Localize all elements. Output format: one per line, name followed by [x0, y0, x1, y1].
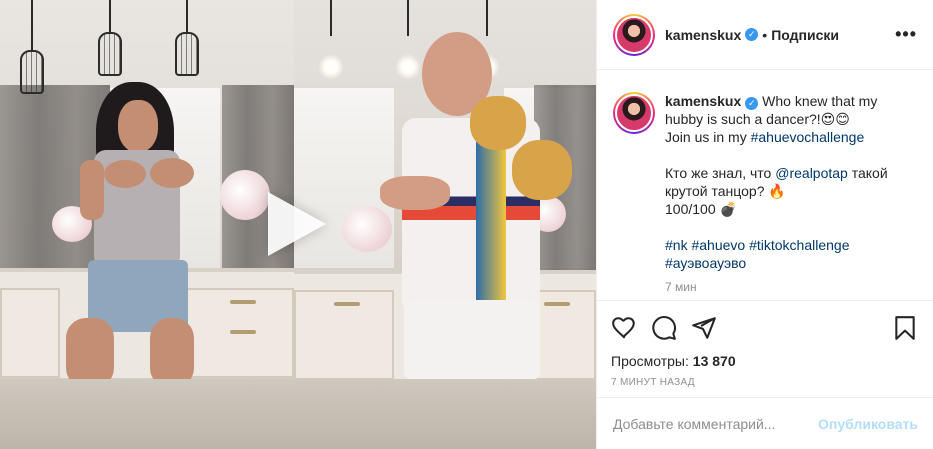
- caption-text: kamenskux ✓ Who knew that my hubby is suc…: [665, 92, 915, 296]
- hashtag-link[interactable]: #tiktokchallenge: [749, 237, 849, 253]
- hashtag-link[interactable]: #nk: [665, 237, 688, 253]
- heart-icon[interactable]: [611, 315, 637, 341]
- caption-username[interactable]: kamenskux: [665, 93, 741, 109]
- bookmark-icon[interactable]: [892, 315, 918, 341]
- video-panel-right: [294, 0, 596, 449]
- avatar[interactable]: [613, 13, 655, 56]
- share-icon[interactable]: [691, 315, 717, 341]
- verified-icon: ✓: [745, 28, 759, 41]
- more-options-icon[interactable]: •••: [895, 24, 917, 45]
- views-count: Просмотры: 13 870: [611, 353, 920, 369]
- caption-time: 7 мин: [665, 280, 697, 294]
- header-separator: •: [762, 26, 768, 43]
- post-media[interactable]: [0, 0, 596, 449]
- header-username[interactable]: kamenskux: [665, 27, 741, 43]
- mention-link[interactable]: @realpotap: [775, 165, 848, 181]
- caption-avatar[interactable]: [613, 92, 655, 134]
- caption-ru1-prefix: Кто же знал, что: [665, 165, 776, 181]
- post-sidebar: kamenskux ✓ • Подписки ••• kamenskux ✓ Wh…: [596, 0, 933, 449]
- comment-icon[interactable]: [651, 315, 677, 341]
- hashtag-link[interactable]: #ауэвоауэво: [665, 255, 746, 271]
- caption-line2-prefix: Join us in my: [665, 129, 751, 145]
- hashtag-link[interactable]: #ahuevochallenge: [751, 129, 865, 145]
- views-label: Просмотры:: [611, 353, 689, 369]
- publish-button[interactable]: Опубликовать: [818, 416, 918, 432]
- caption-ru2: 100/100 💣: [665, 201, 737, 217]
- views-number: 13 870: [692, 353, 736, 369]
- comment-input[interactable]: [613, 415, 819, 432]
- post-header: kamenskux ✓ • Подписки •••: [597, 0, 933, 70]
- video-panel-left: [0, 0, 294, 449]
- hashtag-link[interactable]: #ahuevo: [691, 237, 745, 253]
- add-comment-bar: Опубликовать: [597, 397, 933, 449]
- following-button[interactable]: Подписки: [771, 27, 839, 43]
- caption-area: kamenskux ✓ Who knew that my hubby is suc…: [597, 70, 933, 300]
- verified-icon: ✓: [745, 97, 759, 110]
- play-icon[interactable]: [268, 192, 326, 256]
- post-actions: Просмотры: 13 870 7 минут назад: [597, 300, 933, 388]
- posted-time[interactable]: 7 минут назад: [611, 377, 920, 388]
